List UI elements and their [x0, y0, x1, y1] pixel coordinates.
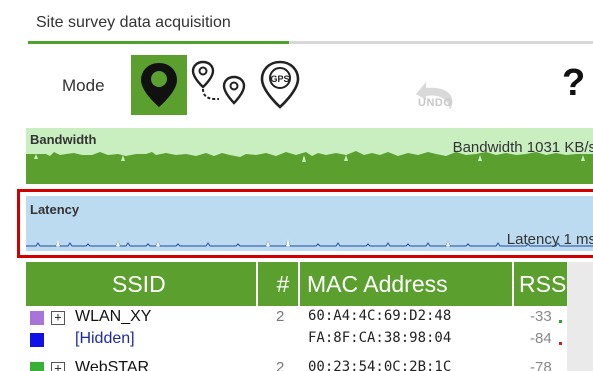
rss-indicator — [559, 342, 562, 345]
gps-pin-icon: GPS — [260, 60, 300, 109]
expand-toggle[interactable]: + — [51, 311, 65, 325]
bandwidth-chart: Bandwidth Bandwidth 1031 KB/s — [26, 128, 593, 184]
table-row[interactable]: + WebSTAR 2 00:23:54:0C:2B:1C -78 — [26, 358, 567, 371]
rss-cell: -84 — [530, 330, 552, 347]
count-cell: 2 — [276, 359, 285, 371]
count-cell: 2 — [276, 308, 285, 325]
column-separator[interactable] — [512, 262, 514, 306]
mac-cell: 00:23:54:0C:2B:1C — [308, 359, 452, 371]
network-color-swatch — [30, 311, 44, 325]
active-tab-indicator — [28, 41, 289, 44]
route-pins-icon — [191, 60, 246, 105]
network-color-swatch — [30, 362, 44, 371]
latency-chart: Latency Latency 1 ms — [26, 196, 593, 251]
ssid-cell: WebSTAR — [75, 359, 150, 371]
undo-label: UNDO — [418, 97, 453, 109]
latency-marks — [56, 238, 450, 246]
column-header-count[interactable]: # — [273, 262, 293, 306]
bandwidth-value: Bandwidth 1031 KB/s — [452, 139, 593, 156]
network-color-swatch — [30, 333, 44, 347]
mode-continuous-button[interactable] — [188, 55, 250, 115]
column-header-ssid[interactable]: SSID — [112, 262, 166, 306]
bandwidth-title: Bandwidth — [30, 132, 97, 147]
column-separator[interactable] — [256, 262, 258, 306]
table-row[interactable]: [Hidden] FA:8F:CA:38:98:04 -84 — [26, 329, 567, 351]
mac-cell: FA:8F:CA:38:98:04 — [308, 330, 452, 346]
table-scrollbar[interactable] — [567, 262, 593, 371]
mode-label: Mode — [62, 76, 105, 95]
ssid-cell: WLAN_XY — [75, 308, 152, 325]
help-button[interactable]: ? — [562, 64, 585, 102]
column-separator[interactable] — [298, 262, 300, 306]
column-header-mac[interactable]: MAC Address — [307, 262, 448, 306]
map-pin-icon — [141, 63, 177, 107]
column-header-rss[interactable]: RSS — [519, 262, 567, 306]
bandwidth-graph — [26, 151, 593, 184]
table-row[interactable]: + WLAN_XY 2 60:A4:4C:69:D2:48 -33 — [26, 307, 567, 329]
expand-toggle[interactable]: + — [51, 362, 65, 371]
rss-cell: -33 — [530, 308, 552, 325]
table-header: SSID # MAC Address RSS — [26, 262, 567, 306]
rss-indicator — [559, 320, 562, 323]
rss-cell: -78 — [530, 359, 552, 371]
latency-value: Latency 1 ms — [506, 231, 593, 248]
svg-text:GPS: GPS — [270, 74, 289, 84]
tab-site-survey[interactable]: Site survey data acquisition — [36, 14, 231, 32]
latency-title: Latency — [30, 202, 80, 217]
mode-stop-and-go-button[interactable] — [131, 55, 187, 115]
ssid-cell: [Hidden] — [75, 330, 135, 347]
mode-gps-button[interactable]: GPS — [252, 55, 308, 115]
mac-cell: 60:A4:4C:69:D2:48 — [308, 308, 452, 324]
